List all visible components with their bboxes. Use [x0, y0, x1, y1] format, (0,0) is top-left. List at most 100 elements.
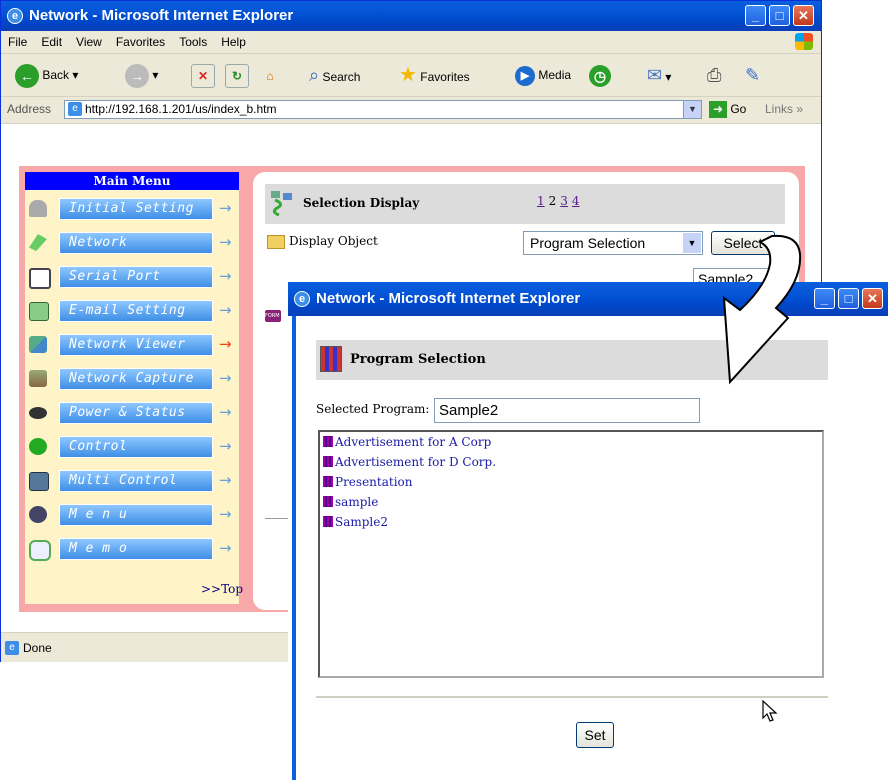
menu-favorites[interactable]: Favorites — [109, 31, 172, 53]
popup-maximize-button[interactable]: □ — [838, 288, 859, 309]
menu-view[interactable]: View — [69, 31, 109, 53]
menu-item-label[interactable]: Network Viewer — [59, 334, 213, 356]
menu-item-label[interactable]: Network — [59, 232, 213, 254]
menu-file[interactable]: File — [1, 31, 34, 53]
menu-item-network-capture[interactable]: Network Capture → — [25, 366, 239, 390]
favorites-button[interactable]: ★ Favorites — [399, 62, 470, 88]
menu-item-control[interactable]: Control → — [25, 434, 239, 458]
back-button[interactable]: ← Back ▾ — [15, 62, 78, 88]
history-button[interactable]: ◷ — [589, 62, 611, 88]
main-titlebar: e Network - Microsoft Internet Explorer … — [1, 1, 821, 31]
menu-item-label[interactable]: Initial Setting — [59, 198, 213, 220]
menu-item-memo[interactable]: M e m o → — [25, 536, 239, 561]
ie-icon: e — [294, 291, 310, 307]
pager: 1234 — [537, 194, 584, 208]
refresh-icon: ↻ — [225, 63, 249, 88]
edit-icon: ✎ — [745, 65, 761, 85]
status-text: Done — [23, 641, 52, 655]
network-viewer-icon — [271, 191, 292, 216]
search-label: Search — [322, 70, 361, 84]
search-button[interactable]: ⌕ Search — [309, 62, 360, 88]
selected-program-input[interactable]: Sample2 — [434, 398, 700, 423]
menu-item-network[interactable]: Network → — [25, 230, 239, 254]
page-icon: e — [5, 641, 19, 655]
mail-button[interactable]: ✉ ▾ — [647, 62, 671, 88]
menu-item-menu[interactable]: M e n u → — [25, 502, 239, 526]
curved-arrow-icon — [722, 234, 802, 385]
program-item[interactable]: Presentation — [323, 475, 413, 489]
to-top-link[interactable]: >>Top — [201, 582, 243, 596]
print-button[interactable]: ⎙ — [707, 62, 721, 88]
arrow-right-icon: → — [219, 335, 232, 353]
lock-icon — [29, 200, 47, 217]
go-arrow-icon: ➜ — [709, 101, 727, 119]
menu-item-serial-port[interactable]: Serial Port → — [25, 264, 239, 289]
forward-arrow-icon: → — [125, 63, 149, 88]
home-icon: ⌂ — [266, 68, 274, 83]
memo-icon — [29, 540, 51, 561]
menu-item-label[interactable]: M e m o — [59, 538, 213, 560]
network-icon — [29, 234, 47, 251]
program-list[interactable]: Advertisement for A Corp Advertisement f… — [318, 430, 824, 678]
arrow-right-icon: → — [219, 505, 232, 523]
favorites-label: Favorites — [420, 70, 470, 84]
page-link-1[interactable]: 1 — [537, 194, 545, 208]
display-object-label: Display Object — [267, 234, 378, 249]
menu-tools[interactable]: Tools — [172, 31, 214, 53]
display-object-value: Program Selection — [530, 235, 646, 251]
menu-item-network-viewer[interactable]: Network Viewer → — [25, 332, 239, 356]
menu-item-email-setting[interactable]: E-mail Setting → — [25, 298, 239, 322]
menu-item-initial-setting[interactable]: Initial Setting → — [25, 196, 239, 220]
program-icon — [323, 476, 333, 487]
search-icon: ⌕ — [309, 65, 320, 85]
program-item[interactable]: Sample2 — [323, 515, 388, 529]
page-link-4[interactable]: 4 — [572, 194, 580, 208]
back-label: Back — [42, 68, 70, 82]
home-button[interactable]: ⌂ — [259, 62, 281, 88]
popup-minimize-button[interactable]: _ — [814, 288, 835, 309]
set-button[interactable]: Set — [576, 722, 614, 748]
star-icon: ★ — [399, 64, 417, 86]
edit-button[interactable]: ✎ — [745, 62, 760, 88]
address-url: http://192.168.1.201/us/index_b.htm — [85, 102, 277, 116]
menu-item-label[interactable]: Serial Port — [59, 266, 213, 288]
menu-item-power-status[interactable]: Power & Status → — [25, 400, 239, 424]
media-button[interactable]: ▶ Media — [515, 62, 571, 88]
minimize-button[interactable]: _ — [745, 5, 766, 26]
program-item[interactable]: Advertisement for A Corp — [323, 435, 491, 449]
program-item[interactable]: Advertisement for D Corp. — [323, 455, 496, 469]
ie-icon: e — [7, 8, 23, 24]
display-object-select[interactable]: Program Selection ▼ — [523, 231, 703, 255]
address-label: Address — [7, 102, 52, 116]
menu-item-label[interactable]: M e n u — [59, 504, 213, 526]
menu-item-label[interactable]: Multi Control — [59, 470, 213, 492]
menu-item-label[interactable]: Network Capture — [59, 368, 213, 390]
popup-close-button[interactable]: ✕ — [862, 288, 883, 309]
divider — [316, 696, 828, 698]
links-label[interactable]: Links » — [765, 102, 803, 116]
refresh-button[interactable]: ↻ — [225, 62, 249, 88]
menu-item-label[interactable]: Control — [59, 436, 213, 458]
arrow-right-icon: → — [219, 233, 232, 251]
menu-edit[interactable]: Edit — [34, 31, 69, 53]
stop-button[interactable]: ✕ — [191, 62, 215, 88]
menu-item-label[interactable]: Power & Status — [59, 402, 213, 424]
go-button[interactable]: ➜ Go — [709, 100, 746, 119]
address-dropdown-icon[interactable]: ▼ — [683, 101, 701, 118]
serial-port-icon — [29, 268, 51, 289]
network-viewer-icon — [29, 336, 47, 353]
menu-item-label[interactable]: E-mail Setting — [59, 300, 213, 322]
menu-help[interactable]: Help — [214, 31, 253, 53]
menu-item-multi-control[interactable]: Multi Control → — [25, 468, 239, 492]
page-link-3[interactable]: 3 — [560, 194, 568, 208]
folder-icon — [267, 234, 285, 249]
arrow-right-icon: → — [219, 437, 232, 455]
forward-button[interactable]: → ▾ — [125, 62, 158, 88]
close-button[interactable]: ✕ — [793, 5, 814, 26]
mail-icon: ✉ — [647, 65, 663, 85]
program-item[interactable]: sample — [323, 495, 378, 509]
arrow-right-icon: → — [219, 471, 232, 489]
address-input[interactable]: e http://192.168.1.201/us/index_b.htm ▼ — [64, 100, 702, 119]
maximize-button[interactable]: □ — [769, 5, 790, 26]
arrow-right-icon: → — [219, 539, 232, 557]
